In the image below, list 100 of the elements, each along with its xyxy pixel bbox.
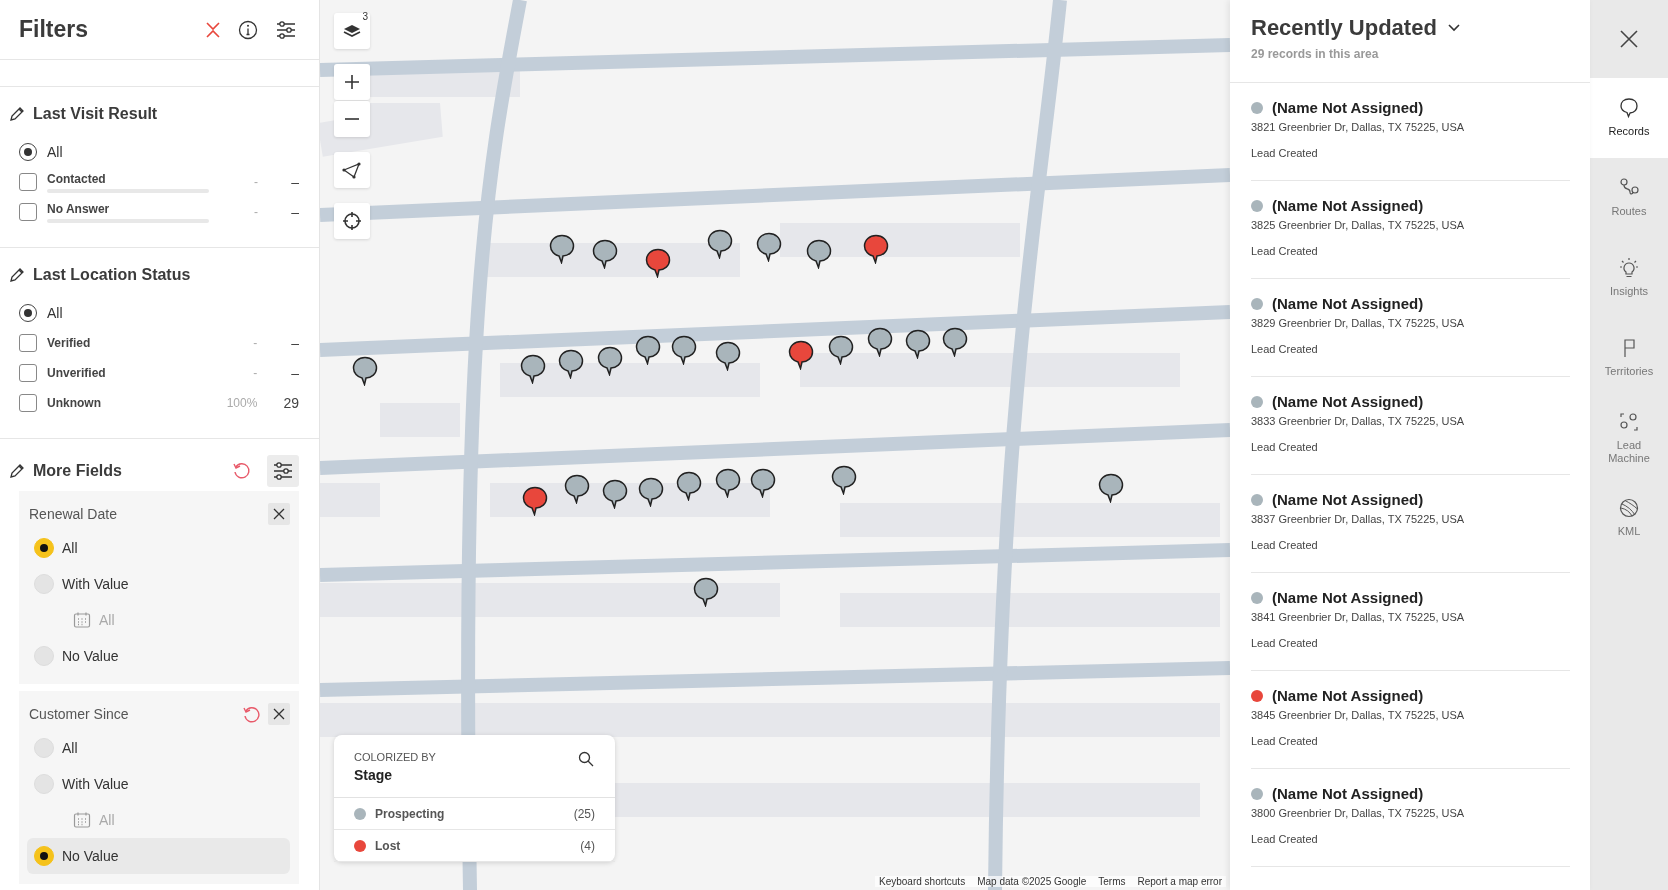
zoom-in-button[interactable] — [334, 64, 370, 100]
calendar-icon[interactable] — [73, 811, 91, 829]
zoom-out-button[interactable] — [334, 101, 370, 137]
calendar-icon[interactable] — [73, 611, 91, 629]
option-row[interactable]: No Value — [27, 838, 290, 874]
option-label: Unknown — [47, 396, 102, 410]
option-label: No Answer — [47, 201, 111, 216]
attribution-link[interactable]: Report a map error — [1137, 876, 1222, 887]
pencil-icon[interactable] — [8, 462, 26, 480]
reset-icon[interactable] — [242, 705, 260, 723]
remove-button[interactable] — [268, 503, 290, 525]
map-pin[interactable] — [592, 239, 619, 270]
map-pin[interactable] — [788, 340, 815, 371]
map-pin[interactable] — [828, 335, 855, 366]
percentage: 100% — [225, 396, 258, 410]
map-pin[interactable] — [522, 486, 549, 517]
checkbox[interactable] — [19, 364, 37, 382]
record-name[interactable]: (Name Not Assigned) — [1272, 687, 1424, 704]
map-pin[interactable] — [601, 478, 628, 509]
map-pin[interactable] — [1097, 473, 1124, 504]
record-name[interactable]: (Name Not Assigned) — [1272, 295, 1424, 312]
attribution-link[interactable]: Terms — [1098, 876, 1126, 887]
option-row[interactable]: No Value — [27, 638, 290, 674]
legend-count: (4) — [580, 838, 595, 853]
reset-icon[interactable] — [232, 461, 252, 481]
map-pin[interactable] — [638, 476, 665, 507]
record-name[interactable]: (Name Not Assigned) — [1272, 785, 1424, 802]
map-pin[interactable] — [596, 345, 623, 376]
pencil-icon[interactable] — [8, 266, 26, 284]
map-pin[interactable] — [645, 247, 672, 278]
map-pin[interactable] — [830, 464, 857, 495]
option-row[interactable]: All — [27, 730, 290, 766]
draw-shape-button[interactable] — [334, 152, 370, 188]
record-name[interactable]: (Name Not Assigned) — [1272, 197, 1424, 214]
sidebar-tab[interactable]: Records — [1590, 78, 1668, 158]
map-pin[interactable] — [634, 335, 661, 366]
crosshair-icon — [343, 212, 361, 230]
checkbox[interactable] — [19, 203, 37, 221]
checkbox[interactable] — [19, 173, 37, 191]
attribution-link[interactable]: Map data ©2025 Google — [977, 876, 1087, 887]
option-label: All — [62, 540, 78, 556]
globe-icon — [1618, 497, 1640, 520]
percentage: - — [252, 366, 258, 380]
section-title: Last Visit Result — [33, 105, 158, 123]
map-pin[interactable] — [671, 335, 697, 366]
speech-bubble-icon — [1618, 97, 1640, 120]
record-name[interactable]: (Name Not Assigned) — [1272, 589, 1424, 606]
plus-icon — [344, 74, 360, 90]
map-pin[interactable] — [862, 234, 889, 264]
map-pin[interactable] — [756, 231, 783, 262]
checkbox[interactable] — [19, 394, 37, 412]
percentage: - — [252, 175, 258, 189]
option-row[interactable]: All — [27, 530, 290, 566]
map-pin[interactable] — [714, 341, 741, 372]
map-pin[interactable] — [866, 326, 893, 357]
record-status: Lead Created — [1251, 147, 1319, 159]
map-pin[interactable] — [676, 471, 703, 502]
map-pin[interactable] — [749, 468, 776, 498]
option-row[interactable]: With Value — [27, 766, 290, 802]
map-pin[interactable] — [942, 326, 969, 357]
layers-button[interactable]: 3 — [334, 13, 370, 49]
legend-caption: COLORIZED BY — [354, 751, 436, 763]
search-icon[interactable] — [578, 751, 594, 767]
checkbox[interactable] — [19, 334, 37, 352]
attribution-link[interactable]: Keyboard shortcuts — [879, 876, 966, 887]
option-row[interactable]: With Value — [27, 566, 290, 602]
close-icon — [1619, 29, 1639, 49]
layer-count: 3 — [362, 11, 368, 22]
map-pin[interactable] — [548, 234, 575, 264]
settings-button[interactable] — [267, 455, 299, 487]
scan-icon — [1618, 410, 1640, 433]
remove-button[interactable] — [268, 703, 290, 725]
section-title: More Fields — [33, 462, 123, 480]
map-pin[interactable] — [905, 328, 932, 359]
map-pin[interactable] — [707, 228, 734, 259]
record-status: Lead Created — [1251, 245, 1319, 257]
map-pin[interactable] — [558, 348, 585, 379]
info-icon[interactable] — [238, 19, 258, 40]
record-address: 3829 Greenbrier Dr, Dallas, TX 75225, USA — [1251, 317, 1466, 329]
record-status: Lead Created — [1251, 343, 1319, 355]
list-title[interactable]: Recently Updated — [1251, 15, 1437, 41]
minus-icon — [344, 117, 360, 121]
map-pin[interactable] — [519, 354, 546, 385]
section-title: Last Location Status — [33, 266, 191, 284]
record-address: 3825 Greenbrier Dr, Dallas, TX 75225, USA — [1251, 219, 1466, 231]
map-pin[interactable] — [563, 474, 590, 505]
map-pin[interactable] — [806, 239, 833, 270]
field-title: Renewal Date — [29, 506, 118, 522]
pencil-icon[interactable] — [8, 105, 26, 123]
record-name[interactable]: (Name Not Assigned) — [1272, 393, 1424, 410]
map-pin[interactable] — [351, 356, 378, 387]
option-label: All — [47, 144, 63, 160]
sliders-icon[interactable] — [275, 18, 297, 41]
record-name[interactable]: (Name Not Assigned) — [1272, 99, 1424, 116]
chevron-down-icon[interactable] — [1446, 23, 1461, 33]
map-pin[interactable] — [714, 468, 741, 498]
map-pin[interactable] — [693, 576, 720, 607]
locate-button[interactable] — [334, 203, 370, 239]
panel-title: Filters — [19, 16, 89, 43]
record-name[interactable]: (Name Not Assigned) — [1272, 491, 1424, 508]
